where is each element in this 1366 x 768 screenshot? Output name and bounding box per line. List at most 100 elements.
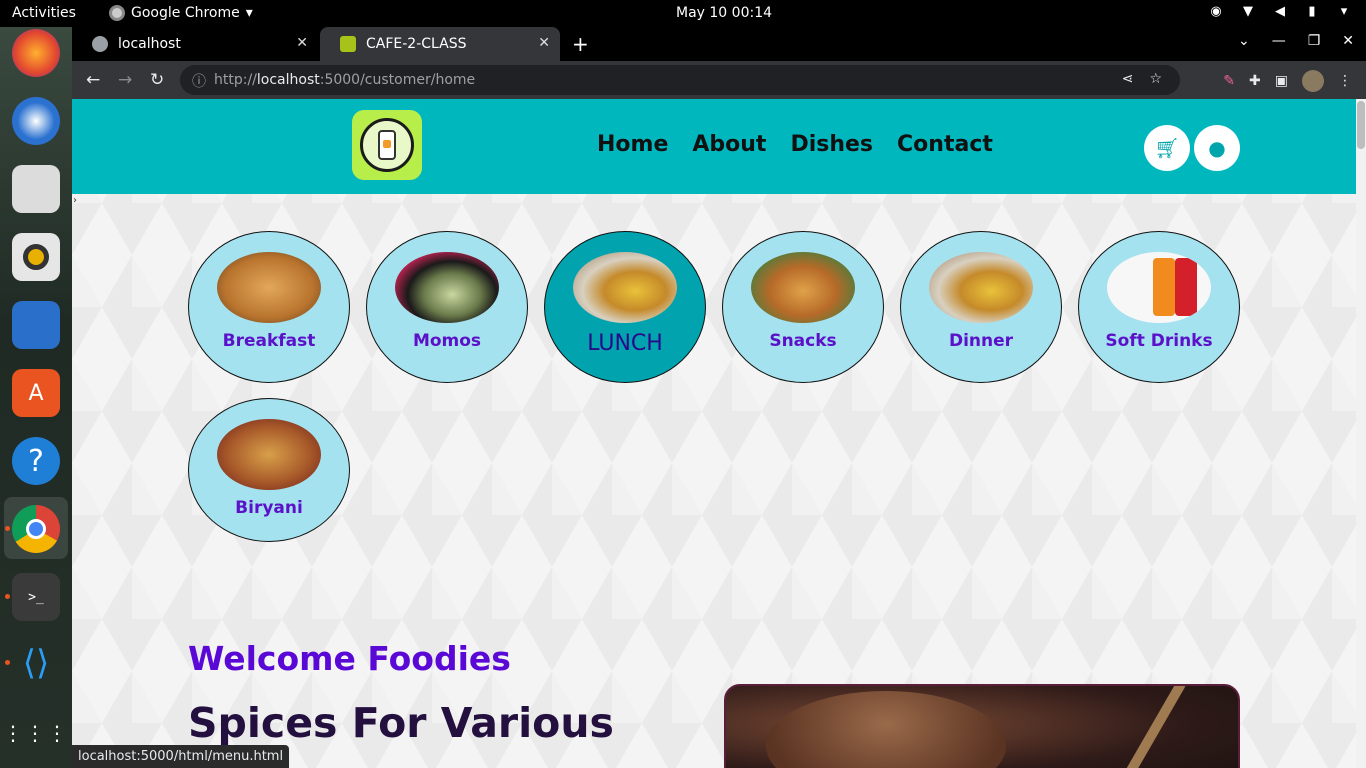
running-indicator — [5, 660, 10, 665]
tab-localhost[interactable]: localhost ✕ — [72, 27, 318, 61]
logo-badge — [360, 118, 414, 172]
hero-headline: Spices For Various — [188, 699, 614, 747]
category-label: Momos — [412, 331, 482, 351]
chevron-down-icon: ▾ — [245, 5, 253, 21]
profile-avatar[interactable] — [1302, 70, 1324, 92]
clock[interactable]: May 10 00:14 — [676, 5, 772, 21]
back-icon[interactable]: ← — [86, 70, 100, 90]
vscode-icon[interactable]: ⟨⟩ — [12, 639, 60, 687]
software-center-icon[interactable]: A — [12, 369, 60, 417]
category-label: LUNCH — [587, 331, 663, 356]
system-top-bar: Activities Google Chrome ▾ May 10 00:14 … — [0, 0, 1366, 27]
tab-search-icon[interactable]: ⌄ — [1238, 33, 1250, 49]
close-icon[interactable]: ✕ — [296, 35, 308, 51]
bookmark-star-icon[interactable]: ☆ — [1149, 71, 1162, 87]
side-panel-icon[interactable]: ▣ — [1275, 73, 1288, 89]
battery-icon[interactable]: ▮ — [1304, 4, 1320, 20]
category-lunch[interactable]: LUNCH — [544, 231, 706, 383]
extensions-puzzle-icon[interactable]: ✚ — [1249, 73, 1261, 89]
forward-icon[interactable]: → — [118, 70, 132, 90]
category-dinner[interactable]: Dinner — [900, 231, 1062, 383]
category-momos[interactable]: Momos — [366, 231, 528, 383]
category-label: Dinner — [948, 331, 1014, 351]
cafe-favicon-icon — [340, 36, 356, 52]
cart-button[interactable]: 🛒︎ — [1144, 125, 1190, 171]
browser-toolbar: ← → ↻ ⓘ http://localhost:5000/customer/h… — [72, 61, 1366, 99]
close-icon[interactable]: ✕ — [538, 35, 550, 51]
category-snacks[interactable]: Snacks — [722, 231, 884, 383]
category-label: Breakfast — [222, 331, 316, 351]
url-host: localhost — [256, 72, 320, 88]
app-menu[interactable]: Google Chrome ▾ — [109, 5, 253, 21]
address-bar[interactable]: ⓘ http://localhost:5000/customer/home ⋖ … — [180, 65, 1180, 95]
chrome-dock-icon[interactable] — [12, 505, 60, 553]
user-icon: ● — [1208, 136, 1226, 160]
page-scrollbar[interactable] — [1356, 99, 1366, 768]
menu-kebab-icon[interactable]: ⋮ — [1338, 73, 1352, 89]
files-icon[interactable] — [12, 165, 60, 213]
nav-about[interactable]: About — [692, 132, 766, 157]
window-controls: ⌄ — ❐ ✕ — [1238, 33, 1354, 49]
chrome-icon — [109, 5, 125, 21]
help-icon[interactable]: ? — [12, 437, 60, 485]
snacks-photo — [751, 252, 855, 323]
share-icon[interactable]: ⋖ — [1122, 71, 1134, 87]
spoon-image — [1116, 686, 1186, 768]
link-status-tooltip: localhost:5000/html/menu.html — [72, 745, 290, 768]
dinner-photo — [929, 252, 1033, 323]
chevron-down-icon[interactable]: ▾ — [1336, 4, 1352, 20]
category-biryani[interactable]: Biryani — [188, 398, 350, 542]
info-icon[interactable]: ⓘ — [192, 71, 206, 91]
tab-cafe[interactable]: CAFE-2-CLASS ✕ — [320, 27, 560, 61]
nav-contact[interactable]: Contact — [897, 132, 993, 157]
globe-icon — [92, 36, 108, 52]
tab-title: CAFE-2-CLASS — [366, 36, 467, 52]
minimize-icon[interactable]: — — [1272, 33, 1286, 49]
running-indicator — [5, 594, 10, 599]
system-tray[interactable]: ◉ ▼ ◀ ▮ ▾ — [1208, 4, 1352, 20]
nav-dishes[interactable]: Dishes — [790, 132, 873, 157]
dock: A ? >_ ⟨⟩ ⋮⋮⋮ — [0, 27, 72, 768]
site-header: Home About Dishes Contact 🛒︎ ● — [72, 99, 1356, 194]
maximize-icon[interactable]: ❐ — [1308, 33, 1321, 49]
url-rest: :5000/customer/home — [319, 72, 476, 88]
chevron-right-icon[interactable]: › — [73, 195, 77, 206]
phone-icon — [378, 130, 396, 160]
soft-drinks-photo — [1107, 252, 1211, 323]
terminal-icon[interactable]: >_ — [12, 573, 60, 621]
new-tab-button[interactable]: + — [572, 32, 589, 56]
close-window-icon[interactable]: ✕ — [1342, 33, 1354, 49]
account-button[interactable]: ● — [1194, 125, 1240, 171]
writer-icon[interactable] — [12, 301, 60, 349]
extensions-area: ✎ ✚ ▣ ⋮ — [1223, 70, 1352, 92]
momos-photo — [395, 252, 499, 323]
category-label: Biryani — [235, 498, 303, 518]
scrollbar-thumb[interactable] — [1357, 101, 1365, 149]
thunderbird-icon[interactable] — [12, 97, 60, 145]
url-prefix: http:// — [214, 72, 257, 88]
reload-icon[interactable]: ↻ — [150, 70, 164, 90]
rhythmbox-icon[interactable] — [12, 233, 60, 281]
main-nav: Home About Dishes Contact — [597, 132, 993, 157]
activities-button[interactable]: Activities — [12, 5, 76, 21]
tab-title: localhost — [118, 36, 181, 52]
nav-home[interactable]: Home — [597, 132, 668, 157]
app-menu-label: Google Chrome — [131, 5, 240, 21]
wifi-icon[interactable]: ▼ — [1240, 4, 1256, 20]
omnibox-actions: ⋖ ☆ — [1122, 71, 1162, 87]
breakfast-photo — [217, 252, 321, 323]
category-breakfast[interactable]: Breakfast — [188, 231, 350, 383]
lunch-photo — [573, 252, 677, 323]
cart-icon: 🛒︎ — [1154, 136, 1180, 160]
category-soft-drinks[interactable]: Soft Drinks — [1078, 231, 1240, 383]
biryani-photo — [217, 419, 321, 490]
site-logo[interactable] — [352, 110, 422, 180]
app-grid-icon[interactable]: ⋮⋮⋮ — [3, 709, 67, 757]
pen-extension-icon[interactable]: ✎ — [1223, 73, 1235, 89]
chrome-tray-icon[interactable]: ◉ — [1208, 4, 1224, 20]
volume-icon[interactable]: ◀ — [1272, 4, 1288, 20]
welcome-heading: Welcome Foodies — [188, 639, 511, 678]
tab-strip: localhost ✕ CAFE-2-CLASS ✕ + ⌄ — ❐ ✕ — [72, 27, 1366, 61]
clay-pot-image — [766, 691, 1006, 768]
firefox-icon[interactable] — [12, 29, 60, 77]
